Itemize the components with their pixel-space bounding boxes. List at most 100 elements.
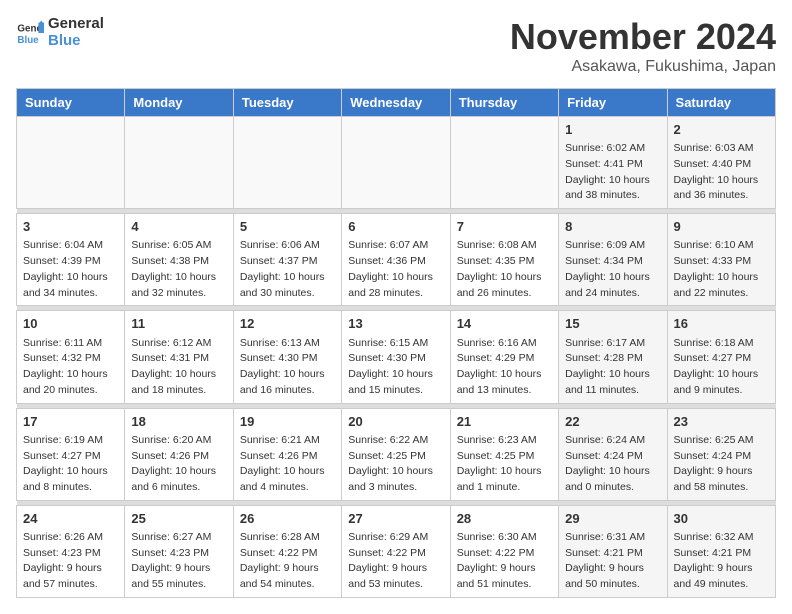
calendar-cell: 12 Sunrise: 6:13 AM Sunset: 4:30 PM Dayli… bbox=[233, 311, 341, 403]
calendar-cell bbox=[125, 117, 233, 209]
calendar-week-row: 24Sunrise: 6:26 AM Sunset: 4:23 PM Dayli… bbox=[17, 505, 776, 597]
day-number: 8 bbox=[565, 218, 660, 236]
day-number: 26 bbox=[240, 510, 335, 528]
day-info: Sunrise: 6:23 AM Sunset: 4:25 PM Dayligh… bbox=[457, 433, 552, 496]
day-number: 19 bbox=[240, 413, 335, 431]
day-info: Sunrise: 6:31 AM Sunset: 4:21 PM Dayligh… bbox=[565, 530, 660, 593]
calendar-cell: 15 Sunrise: 6:17 AM Sunset: 4:28 PM Dayli… bbox=[559, 311, 667, 403]
day-info: Sunrise: 6:06 AM Sunset: 4:37 PM Dayligh… bbox=[240, 238, 335, 301]
calendar-subtitle: Asakawa, Fukushima, Japan bbox=[510, 58, 776, 76]
header-monday: Monday bbox=[125, 89, 233, 117]
day-number: 2 bbox=[674, 121, 769, 139]
day-info: Sunrise: 6:28 AM Sunset: 4:22 PM Dayligh… bbox=[240, 530, 335, 593]
logo: General Blue General Blue bbox=[16, 16, 104, 49]
calendar-cell: 30 Sunrise: 6:32 AM Sunset: 4:21 PM Dayli… bbox=[667, 505, 775, 597]
day-number: 16 bbox=[674, 315, 769, 333]
day-number: 29 bbox=[565, 510, 660, 528]
calendar-cell: 29 Sunrise: 6:31 AM Sunset: 4:21 PM Dayli… bbox=[559, 505, 667, 597]
calendar-cell: 25Sunrise: 6:27 AM Sunset: 4:23 PM Dayli… bbox=[125, 505, 233, 597]
day-info: Sunrise: 6:02 AM Sunset: 4:41 PM Dayligh… bbox=[565, 141, 660, 204]
calendar-cell: 23Sunrise: 6:25 AM Sunset: 4:24 PM Dayli… bbox=[667, 408, 775, 500]
day-number: 25 bbox=[131, 510, 226, 528]
calendar-cell: 6 Sunrise: 6:07 AM Sunset: 4:36 PM Daylig… bbox=[342, 214, 450, 306]
calendar-cell: 24Sunrise: 6:26 AM Sunset: 4:23 PM Dayli… bbox=[17, 505, 125, 597]
calendar-cell bbox=[17, 117, 125, 209]
header: General Blue General Blue November 2024 … bbox=[16, 16, 776, 76]
day-number: 13 bbox=[348, 315, 443, 333]
calendar-cell bbox=[342, 117, 450, 209]
calendar-cell: 16Sunrise: 6:18 AM Sunset: 4:27 PM Dayli… bbox=[667, 311, 775, 403]
day-info: Sunrise: 6:11 AM Sunset: 4:32 PM Dayligh… bbox=[23, 336, 118, 399]
day-info: Sunrise: 6:21 AM Sunset: 4:26 PM Dayligh… bbox=[240, 433, 335, 496]
calendar-table: Sunday Monday Tuesday Wednesday Thursday… bbox=[16, 88, 776, 598]
calendar-cell: 4Sunrise: 6:05 AM Sunset: 4:38 PM Daylig… bbox=[125, 214, 233, 306]
day-number: 7 bbox=[457, 218, 552, 236]
day-info: Sunrise: 6:20 AM Sunset: 4:26 PM Dayligh… bbox=[131, 433, 226, 496]
weekday-header-row: Sunday Monday Tuesday Wednesday Thursday… bbox=[17, 89, 776, 117]
logo-blue: Blue bbox=[48, 33, 104, 50]
calendar-cell: 5Sunrise: 6:06 AM Sunset: 4:37 PM Daylig… bbox=[233, 214, 341, 306]
day-number: 12 bbox=[240, 315, 335, 333]
header-sunday: Sunday bbox=[17, 89, 125, 117]
day-info: Sunrise: 6:07 AM Sunset: 4:36 PM Dayligh… bbox=[348, 238, 443, 301]
day-info: Sunrise: 6:16 AM Sunset: 4:29 PM Dayligh… bbox=[457, 336, 552, 399]
calendar-cell: 11 Sunrise: 6:12 AM Sunset: 4:31 PM Dayli… bbox=[125, 311, 233, 403]
day-number: 20 bbox=[348, 413, 443, 431]
calendar-cell: 17 Sunrise: 6:19 AM Sunset: 4:27 PM Dayli… bbox=[17, 408, 125, 500]
day-number: 17 bbox=[23, 413, 118, 431]
day-number: 4 bbox=[131, 218, 226, 236]
calendar-week-row: 17 Sunrise: 6:19 AM Sunset: 4:27 PM Dayli… bbox=[17, 408, 776, 500]
calendar-week-row: 1Sunrise: 6:02 AM Sunset: 4:41 PM Daylig… bbox=[17, 117, 776, 209]
day-info: Sunrise: 6:03 AM Sunset: 4:40 PM Dayligh… bbox=[674, 141, 769, 204]
day-number: 30 bbox=[674, 510, 769, 528]
day-info: Sunrise: 6:12 AM Sunset: 4:31 PM Dayligh… bbox=[131, 336, 226, 399]
header-wednesday: Wednesday bbox=[342, 89, 450, 117]
calendar-cell: 13 Sunrise: 6:15 AM Sunset: 4:30 PM Dayli… bbox=[342, 311, 450, 403]
calendar-cell: 22Sunrise: 6:24 AM Sunset: 4:24 PM Dayli… bbox=[559, 408, 667, 500]
day-info: Sunrise: 6:17 AM Sunset: 4:28 PM Dayligh… bbox=[565, 336, 660, 399]
calendar-cell bbox=[233, 117, 341, 209]
calendar-cell: 19 Sunrise: 6:21 AM Sunset: 4:26 PM Dayli… bbox=[233, 408, 341, 500]
day-number: 3 bbox=[23, 218, 118, 236]
day-number: 6 bbox=[348, 218, 443, 236]
day-info: Sunrise: 6:30 AM Sunset: 4:22 PM Dayligh… bbox=[457, 530, 552, 593]
day-info: Sunrise: 6:13 AM Sunset: 4:30 PM Dayligh… bbox=[240, 336, 335, 399]
day-number: 14 bbox=[457, 315, 552, 333]
calendar-cell: 18 Sunrise: 6:20 AM Sunset: 4:26 PM Dayli… bbox=[125, 408, 233, 500]
calendar-cell: 14 Sunrise: 6:16 AM Sunset: 4:29 PM Dayli… bbox=[450, 311, 558, 403]
calendar-cell: 1Sunrise: 6:02 AM Sunset: 4:41 PM Daylig… bbox=[559, 117, 667, 209]
calendar-cell: 28 Sunrise: 6:30 AM Sunset: 4:22 PM Dayli… bbox=[450, 505, 558, 597]
header-thursday: Thursday bbox=[450, 89, 558, 117]
day-info: Sunrise: 6:08 AM Sunset: 4:35 PM Dayligh… bbox=[457, 238, 552, 301]
day-info: Sunrise: 6:25 AM Sunset: 4:24 PM Dayligh… bbox=[674, 433, 769, 496]
calendar-cell: 27Sunrise: 6:29 AM Sunset: 4:22 PM Dayli… bbox=[342, 505, 450, 597]
calendar-cell: 7 Sunrise: 6:08 AM Sunset: 4:35 PM Daylig… bbox=[450, 214, 558, 306]
day-info: Sunrise: 6:15 AM Sunset: 4:30 PM Dayligh… bbox=[348, 336, 443, 399]
calendar-cell: 26 Sunrise: 6:28 AM Sunset: 4:22 PM Dayli… bbox=[233, 505, 341, 597]
calendar-cell: 20 Sunrise: 6:22 AM Sunset: 4:25 PM Dayli… bbox=[342, 408, 450, 500]
day-info: Sunrise: 6:32 AM Sunset: 4:21 PM Dayligh… bbox=[674, 530, 769, 593]
day-number: 9 bbox=[674, 218, 769, 236]
day-number: 24 bbox=[23, 510, 118, 528]
day-info: Sunrise: 6:19 AM Sunset: 4:27 PM Dayligh… bbox=[23, 433, 118, 496]
calendar-cell bbox=[450, 117, 558, 209]
day-number: 22 bbox=[565, 413, 660, 431]
logo-icon: General Blue bbox=[16, 19, 44, 47]
calendar-cell: 21 Sunrise: 6:23 AM Sunset: 4:25 PM Dayli… bbox=[450, 408, 558, 500]
day-number: 11 bbox=[131, 315, 226, 333]
day-info: Sunrise: 6:09 AM Sunset: 4:34 PM Dayligh… bbox=[565, 238, 660, 301]
calendar-cell: 8 Sunrise: 6:09 AM Sunset: 4:34 PM Daylig… bbox=[559, 214, 667, 306]
header-saturday: Saturday bbox=[667, 89, 775, 117]
day-number: 15 bbox=[565, 315, 660, 333]
calendar-cell: 9 Sunrise: 6:10 AM Sunset: 4:33 PM Daylig… bbox=[667, 214, 775, 306]
day-number: 21 bbox=[457, 413, 552, 431]
calendar-week-row: 3Sunrise: 6:04 AM Sunset: 4:39 PM Daylig… bbox=[17, 214, 776, 306]
day-info: Sunrise: 6:10 AM Sunset: 4:33 PM Dayligh… bbox=[674, 238, 769, 301]
day-number: 28 bbox=[457, 510, 552, 528]
title-section: November 2024 Asakawa, Fukushima, Japan bbox=[510, 16, 776, 76]
day-number: 18 bbox=[131, 413, 226, 431]
day-info: Sunrise: 6:29 AM Sunset: 4:22 PM Dayligh… bbox=[348, 530, 443, 593]
calendar-title: November 2024 bbox=[510, 16, 776, 58]
calendar-cell: 3Sunrise: 6:04 AM Sunset: 4:39 PM Daylig… bbox=[17, 214, 125, 306]
day-info: Sunrise: 6:22 AM Sunset: 4:25 PM Dayligh… bbox=[348, 433, 443, 496]
